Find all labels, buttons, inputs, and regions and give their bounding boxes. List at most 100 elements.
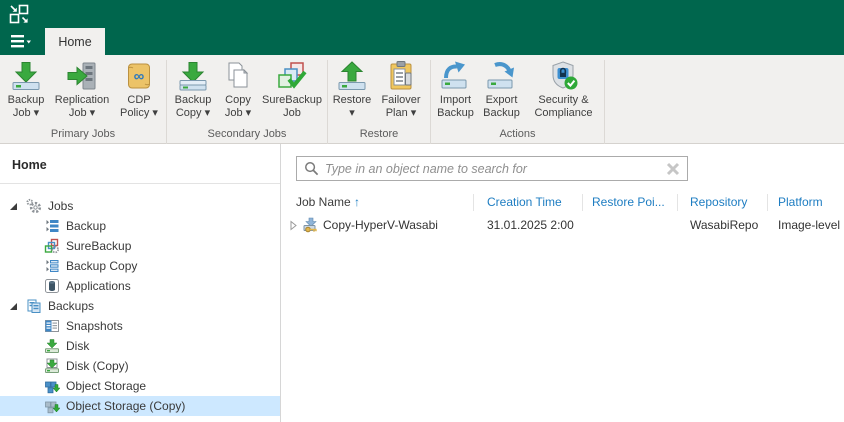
ribbon-tab-row: Home — [0, 28, 844, 55]
title-bar — [0, 0, 844, 28]
button-label: Copy — [225, 94, 251, 106]
svg-text:∞: ∞ — [134, 68, 145, 85]
button-label: Job ▾ — [224, 107, 252, 119]
expander-expanded-icon[interactable] — [8, 201, 18, 211]
button-label: Job ▾ — [12, 107, 40, 119]
cdp-policy-button[interactable]: ∞ CDP Policy ▾ — [114, 58, 164, 120]
main-pane: Job Name ↑ Creation Time Restore Poi... … — [282, 144, 844, 422]
tree-item-snapshots[interactable]: Snapshots — [0, 316, 280, 336]
disk-copy-icon — [45, 358, 59, 374]
tab-home-label: Home — [58, 34, 92, 49]
button-label: Security & — [538, 94, 589, 106]
failover-plan-button[interactable]: Failover Plan ▾ — [374, 58, 428, 120]
security-compliance-icon — [552, 61, 577, 90]
replication-job-icon — [67, 62, 96, 90]
tree-item-surebackup[interactable]: SureBackup — [0, 236, 280, 256]
backup-tree-icon — [46, 220, 59, 232]
column-header-platform[interactable]: Platform — [778, 195, 823, 209]
tree-item-object-storage[interactable]: Object Storage — [0, 376, 280, 396]
search-box — [296, 156, 688, 181]
sort-ascending-icon: ↑ — [354, 195, 361, 209]
tree-item-label: Object Storage (Copy) — [66, 399, 186, 413]
tree-item-label: SureBackup — [66, 239, 132, 253]
column-separator — [767, 194, 768, 211]
button-label: Policy ▾ — [120, 107, 158, 119]
sidebar-divider — [0, 183, 280, 184]
button-label: CDP — [127, 94, 151, 106]
column-separator — [677, 194, 678, 211]
tree-item-label: Object Storage — [66, 379, 147, 393]
tree-item-jobs[interactable]: Jobs — [0, 196, 280, 216]
group-label-actions: Actions — [499, 128, 536, 140]
tree-item-label: Backups — [48, 299, 95, 313]
row-expander-collapsed-icon[interactable] — [288, 220, 299, 231]
cell-job-name: Copy-HyperV-Wasabi — [323, 218, 438, 232]
tab-home[interactable]: Home — [45, 28, 105, 55]
tree-item-label: Disk — [66, 339, 90, 353]
tree-item-backups[interactable]: Backups — [0, 296, 280, 316]
column-header-label: Job Name — [296, 195, 351, 209]
button-label: Backup — [7, 94, 45, 106]
surebackup-job-button[interactable]: SureBackup Job — [259, 58, 325, 120]
navigation-sidebar: Home Jobs Backup SureBackup Backup Copy … — [0, 144, 281, 422]
column-header-job-name[interactable]: Job Name ↑ — [296, 195, 360, 209]
expander-expanded-icon[interactable] — [8, 301, 18, 311]
search-input[interactable] — [325, 161, 665, 176]
button-label: Copy ▾ — [175, 107, 211, 119]
tree-item-disk-copy[interactable]: Disk (Copy) — [0, 356, 280, 376]
jobs-icon — [26, 198, 42, 214]
tree-item-label: Backup Copy — [66, 259, 138, 273]
tree-item-label: Disk (Copy) — [66, 359, 129, 373]
tree-item-label: Snapshots — [66, 319, 123, 333]
tree-item-applications[interactable]: Applications — [0, 276, 280, 296]
clear-icon[interactable] — [665, 161, 681, 177]
backup-job-icon — [12, 62, 40, 90]
backup-job-button[interactable]: Backup Job ▾ — [2, 58, 50, 120]
tree-item-backup-copy[interactable]: Backup Copy — [0, 256, 280, 276]
veeam-console-logo-icon — [9, 4, 29, 24]
ribbon-group-secondary-jobs: Backup Copy ▾ Copy Job ▾ SureBackup Job … — [167, 55, 327, 143]
ribbon-group-primary-jobs: Backup Job ▾ Replication Job ▾ ∞ CDP Pol… — [0, 55, 166, 143]
button-label: ▾ — [349, 107, 355, 119]
button-label: Failover — [381, 94, 421, 106]
tree-item-label: Applications — [66, 279, 131, 293]
button-label: Plan ▾ — [385, 107, 417, 119]
ribbon-group-restore: Restore ▾ Failover Plan ▾ Restore — [328, 55, 430, 143]
tree-item-backup[interactable]: Backup — [0, 216, 280, 236]
import-backup-button[interactable]: Import Backup — [433, 58, 479, 120]
restore-button[interactable]: Restore ▾ — [330, 58, 374, 120]
backup-copy-tree-icon — [46, 260, 59, 273]
tree-item-label: Jobs — [48, 199, 74, 213]
button-label: Job ▾ — [68, 107, 96, 119]
table-row-copy-hyperv-wasabi[interactable]: Copy-HyperV-Wasabi 31.01.2025 2:00 Wasab… — [282, 215, 844, 237]
security-compliance-button[interactable]: Security & Compliance — [525, 58, 603, 120]
backup-copy-icon — [179, 62, 207, 91]
copy-job-icon — [228, 62, 249, 88]
column-header-repository[interactable]: Repository — [690, 195, 747, 209]
import-backup-icon — [441, 61, 466, 89]
column-separator — [473, 194, 474, 211]
button-label: Replication — [54, 94, 110, 106]
button-label: Compliance — [534, 107, 593, 119]
restore-icon — [338, 61, 366, 90]
button-label: Import — [439, 94, 472, 106]
sidebar-header-home: Home — [12, 158, 47, 172]
copy-job-button[interactable]: Copy Job ▾ — [217, 58, 259, 120]
backup-copy-button[interactable]: Backup Copy ▾ — [169, 58, 217, 120]
export-backup-icon — [487, 62, 514, 89]
column-header-restore-points[interactable]: Restore Poi... — [592, 195, 665, 209]
cell-creation-time: 31.01.2025 2:00 — [487, 218, 574, 232]
group-label-secondary-jobs: Secondary Jobs — [207, 128, 287, 140]
ribbon-group-actions: Import Backup Export Backup Security & C… — [431, 55, 604, 143]
disk-icon — [45, 339, 59, 354]
group-label-primary-jobs: Primary Jobs — [50, 128, 116, 140]
veeam-console-window: Home Backup Job ▾ Replication Job ▾ ∞ CD… — [0, 0, 844, 422]
column-header-creation-time[interactable]: Creation Time — [487, 195, 562, 209]
ribbon: Backup Job ▾ Replication Job ▾ ∞ CDP Pol… — [0, 55, 844, 188]
main-menu-button[interactable] — [6, 28, 36, 55]
export-backup-button[interactable]: Export Backup — [479, 58, 525, 120]
tree-item-disk[interactable]: Disk — [0, 336, 280, 356]
replication-job-button[interactable]: Replication Job ▾ — [50, 58, 114, 120]
button-label: Backup — [483, 107, 520, 119]
tree-item-object-storage-copy[interactable]: Object Storage (Copy) — [0, 396, 280, 416]
